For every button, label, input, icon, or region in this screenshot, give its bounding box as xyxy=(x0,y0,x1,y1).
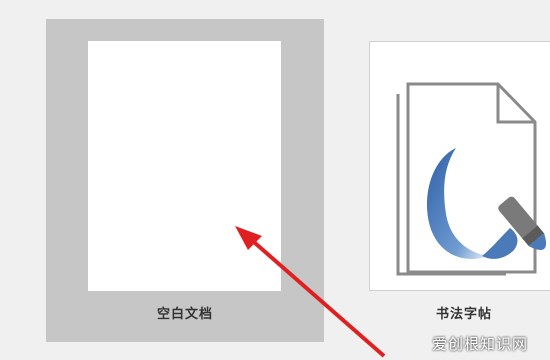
watermark-text: 爱创根知识网 xyxy=(431,335,528,353)
annotation-arrow xyxy=(235,226,386,358)
